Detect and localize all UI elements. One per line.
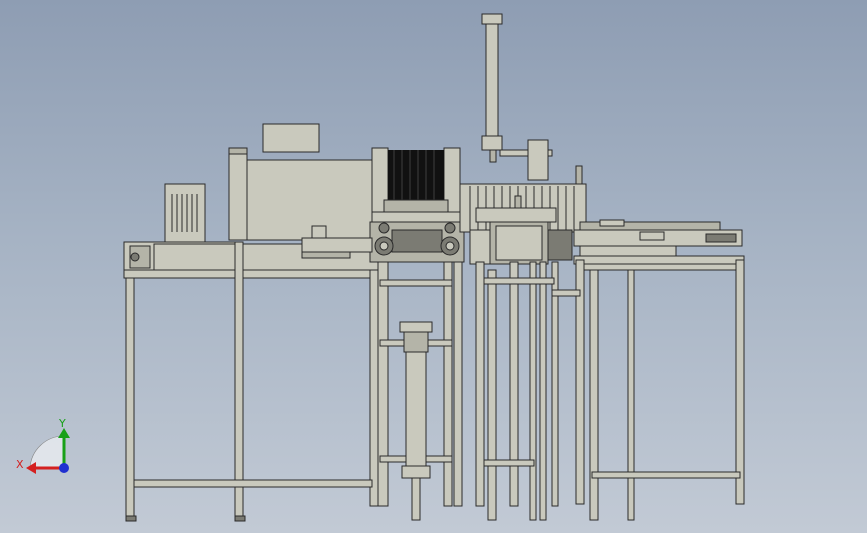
y-axis-label: Y bbox=[58, 417, 66, 430]
axis-triad: Y X bbox=[16, 417, 70, 474]
right-conveyor bbox=[573, 219, 745, 265]
machine-assembly-drawing: Y X bbox=[16, 13, 745, 522]
left-table-frame bbox=[123, 241, 381, 522]
left-machine-housing bbox=[164, 123, 377, 243]
roller-head bbox=[369, 147, 465, 263]
x-axis-label: X bbox=[16, 458, 24, 471]
cad-viewport[interactable]: Y X bbox=[0, 0, 867, 533]
vertical-cylinder-bottom bbox=[399, 321, 433, 521]
vertical-cylinder-top bbox=[481, 13, 553, 181]
right-table-frame bbox=[575, 259, 745, 521]
